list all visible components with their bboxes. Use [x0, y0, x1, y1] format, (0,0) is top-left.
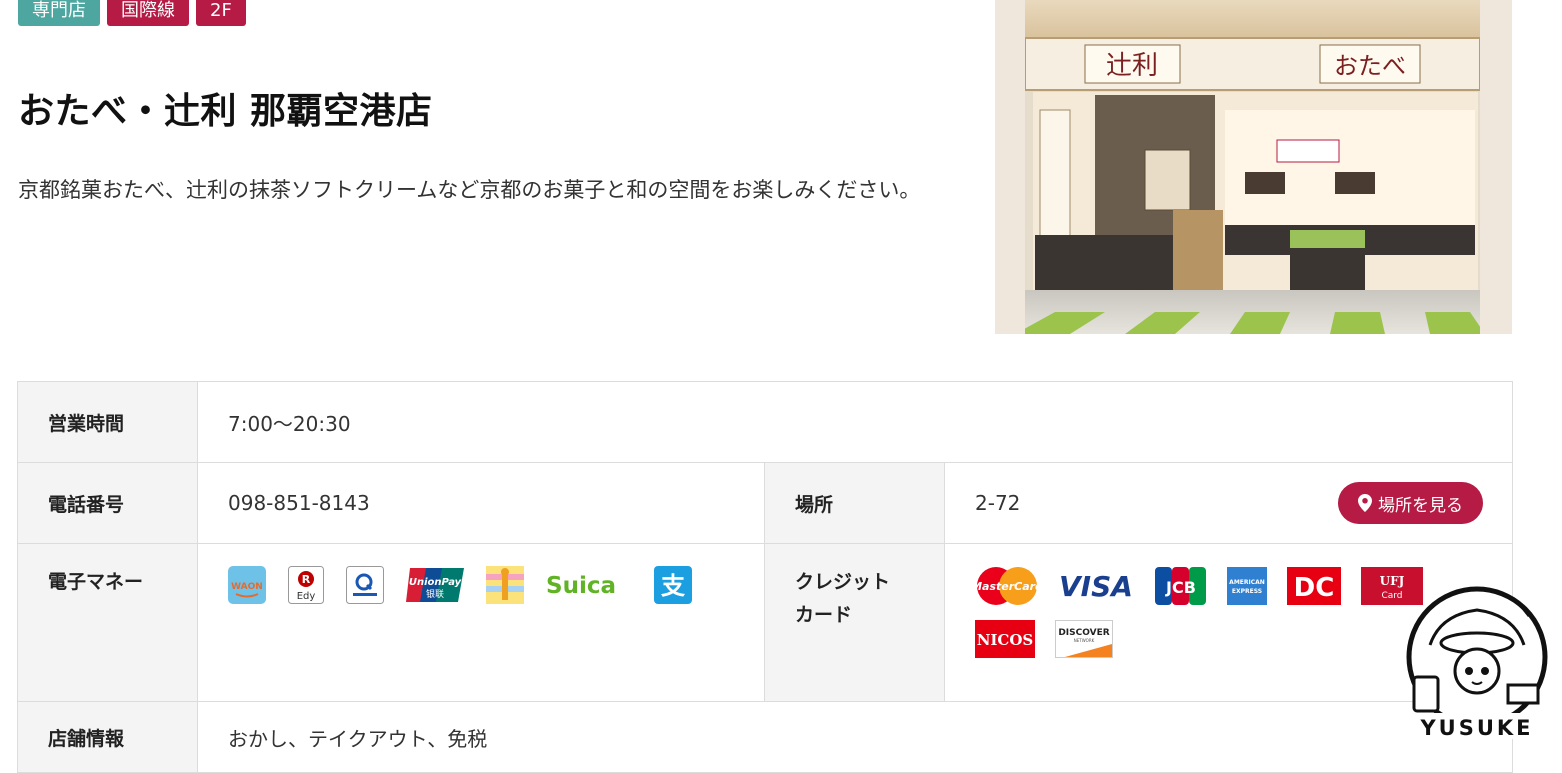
credit-card-label-line1: クレジット	[795, 571, 891, 593]
page-title: おたべ・辻利 那覇空港店	[18, 91, 433, 132]
store-info-table: 営業時間 7:00～20:30 電話番号 098-851-8143 場所 2-7…	[17, 381, 1513, 773]
svg-text:JCB: JCB	[1165, 578, 1196, 597]
store-info-value: おかし、テイクアウト、免税	[197, 701, 1513, 773]
location-value: 2-72	[975, 491, 1021, 515]
svg-text:AMERICAN: AMERICAN	[1229, 579, 1265, 586]
map-pin-icon	[1358, 494, 1372, 512]
svg-text:DISCOVER: DISCOVER	[1058, 628, 1109, 638]
svg-text:Edy: Edy	[297, 591, 316, 602]
quicpay-icon	[346, 566, 384, 604]
location-cell: 2-72 場所を見る	[944, 462, 1513, 544]
category-tags: 専門店 国際線 2F	[18, 0, 246, 26]
waon-icon: WAON	[228, 566, 266, 604]
amex-icon: AMERICAN EXPRESS	[1227, 567, 1267, 605]
svg-text:UnionPay: UnionPay	[409, 577, 462, 588]
table-row: 電話番号 098-851-8143 場所 2-72 場所を見る	[17, 462, 1513, 544]
tag-floor[interactable]: 2F	[196, 0, 246, 26]
store-info-label: 店舗情報	[17, 701, 198, 773]
credit-card-label: クレジット カード	[764, 543, 945, 702]
tag-international[interactable]: 国際線	[107, 0, 189, 26]
svg-text:DC: DC	[1294, 573, 1335, 603]
mastercard-icon: MasterCard	[975, 566, 1039, 606]
sign-tsujiri: 辻利	[1106, 51, 1158, 81]
unionpay-icon: UnionPay 银联	[406, 566, 464, 604]
svg-text:WAON: WAON	[231, 582, 263, 592]
nicos-icon: NICOS	[975, 620, 1035, 658]
emoney-label: 電子マネー	[17, 543, 198, 702]
view-location-button[interactable]: 場所を見る	[1338, 482, 1483, 524]
table-row: 営業時間 7:00～20:30	[17, 381, 1513, 463]
hours-value: 7:00～20:30	[197, 381, 1513, 463]
suica-icon: Suica	[546, 570, 632, 600]
hours-label: 営業時間	[17, 381, 198, 463]
store-photo: 辻利 おたべ	[995, 0, 1512, 334]
table-row: 店舗情報 おかし、テイクアウト、免税	[17, 701, 1513, 773]
visa-icon: VISA	[1059, 571, 1135, 601]
emoney-icons: WAON R Edy UnionPay 银联 Suica 支	[197, 543, 765, 702]
location-label: 場所	[764, 462, 945, 544]
svg-text:银联: 银联	[426, 588, 444, 600]
phone-value[interactable]: 098-851-8143	[197, 462, 765, 544]
stamp-text: YUSUKE	[1419, 716, 1533, 740]
tag-specialty-store[interactable]: 専門店	[18, 0, 100, 26]
jcb-icon: JCB	[1155, 567, 1207, 605]
svg-text:NETWORK: NETWORK	[1074, 638, 1095, 643]
yusuke-stamp-logo: YUSUKE	[1400, 585, 1555, 743]
svg-text:R: R	[302, 573, 311, 586]
svg-text:NICOS: NICOS	[977, 631, 1034, 649]
sign-otabe: おたべ	[1334, 52, 1406, 80]
dc-card-icon: DC	[1287, 567, 1341, 605]
credit-card-label-line2: カード	[795, 604, 853, 626]
discover-icon: DISCOVER NETWORK	[1055, 620, 1113, 658]
alipay-icon: 支	[654, 566, 692, 604]
svg-text:MasterCard: MasterCard	[975, 580, 1039, 593]
svg-text:EXPRESS: EXPRESS	[1232, 588, 1262, 595]
svg-text:Suica: Suica	[546, 573, 616, 599]
phone-label: 電話番号	[17, 462, 198, 544]
rakuten-edy-icon: R Edy	[288, 566, 324, 604]
store-description: 京都銘菓おたべ、辻利の抹茶ソフトクリームなど京都のお菓子と和の空間をお楽しみくだ…	[18, 178, 921, 202]
svg-text:VISA: VISA	[1059, 571, 1133, 601]
svg-text:支: 支	[661, 572, 686, 600]
view-location-label: 場所を見る	[1378, 495, 1463, 516]
table-row: 電子マネー WAON R Edy UnionPay 银联 Suica 支 クレジ…	[17, 543, 1513, 702]
nanaco-icon	[486, 566, 524, 604]
